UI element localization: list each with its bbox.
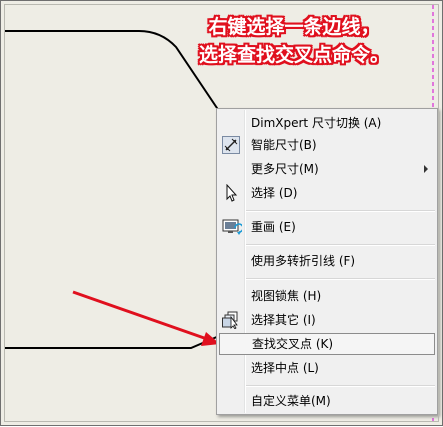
menu-item-dimxpert-toggle[interactable]: DimXpert 尺寸切换 (A)	[218, 112, 436, 134]
instruction-annotation: 右键选择一条边线， 选择查找交叉点命令。	[164, 13, 424, 69]
menu-separator	[246, 244, 435, 246]
menu-item-customize-menu[interactable]: 自定义菜单(M)	[218, 390, 436, 412]
annotation-line-2: 选择查找交叉点命令。	[198, 44, 389, 66]
cursor-arrow-icon	[222, 183, 240, 202]
menu-item-label: DimXpert 尺寸切换 (A)	[251, 116, 382, 130]
menu-separator	[246, 278, 435, 280]
annotation-line-1: 右键选择一条边线，	[208, 16, 380, 38]
menu-item-label: 视图锁焦 (H)	[251, 289, 322, 303]
submenu-arrow-icon	[424, 165, 428, 173]
menu-item-more-dimensions[interactable]: 更多尺寸(M)	[218, 158, 436, 180]
graphics-area[interactable]: 右键选择一条边线， 选择查找交叉点命令。 DimXpert 尺寸切换 (A) 智…	[0, 0, 443, 426]
menu-item-redraw[interactable]: 重画 (E)	[218, 216, 436, 238]
pointer-arrow	[72, 290, 220, 346]
menu-separator	[246, 385, 435, 387]
menu-item-label: 选择 (D)	[251, 186, 298, 200]
menu-item-select[interactable]: 选择 (D)	[218, 182, 436, 204]
menu-separator	[246, 210, 435, 212]
menu-item-label: 使用多转折引线 (F)	[251, 254, 356, 268]
menu-item-label: 查找交叉点 (K)	[252, 337, 334, 351]
menu-item-label: 选择其它 (I)	[251, 313, 316, 327]
select-other-icon	[222, 311, 240, 330]
menu-item-label: 重画 (E)	[251, 220, 296, 234]
menu-item-select-other[interactable]: 选择其它 (I)	[218, 309, 436, 331]
menu-item-label: 更多尺寸(M)	[251, 162, 319, 176]
menu-item-find-intersection[interactable]: 查找交叉点 (K)	[219, 333, 435, 355]
menu-item-view-focus-lock[interactable]: 视图锁焦 (H)	[218, 285, 436, 307]
menu-item-select-midpoint[interactable]: 选择中点 (L)	[218, 357, 436, 379]
menu-item-label: 选择中点 (L)	[251, 361, 319, 375]
context-menu: DimXpert 尺寸切换 (A) 智能尺寸(B) 更多尺寸(M) 选择 (D)…	[216, 108, 438, 415]
menu-item-label: 自定义菜单(M)	[251, 394, 331, 408]
menu-item-label: 智能尺寸(B)	[251, 138, 317, 152]
menu-item-multi-jog-leader[interactable]: 使用多转折引线 (F)	[218, 250, 436, 272]
part-bottom-edge[interactable]	[5, 335, 220, 349]
redraw-monitor-icon	[222, 218, 244, 236]
smart-dimension-icon	[222, 136, 240, 154]
menu-item-smart-dimension[interactable]: 智能尺寸(B)	[218, 134, 436, 156]
